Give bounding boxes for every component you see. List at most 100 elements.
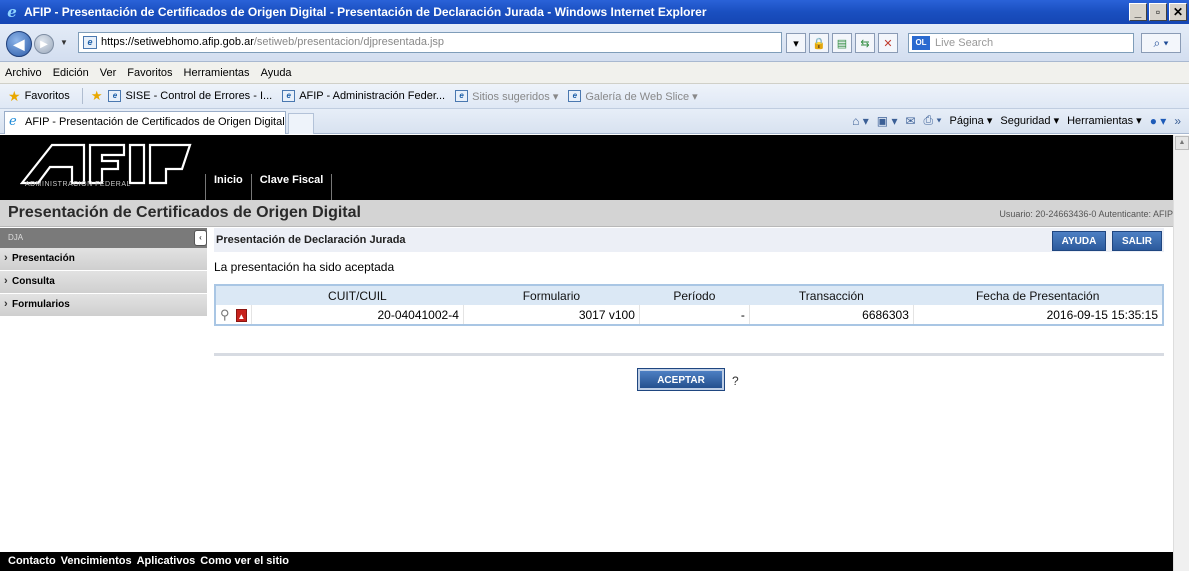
salir-button[interactable]: SALIR (1112, 231, 1162, 251)
vertical-scrollbar[interactable]: ▲ (1173, 135, 1189, 571)
cell-cuit: 20-04041002-4 (251, 305, 464, 325)
favorite-label: Galería de Web Slice ▾ (585, 90, 698, 103)
favorite-item-web-slice[interactable]: e Galería de Web Slice ▾ (568, 90, 698, 103)
table-header-fecha: Fecha de Presentación (913, 285, 1163, 305)
favorite-item-sitios-sugeridos[interactable]: e Sitios sugeridos ▾ (455, 90, 558, 103)
help-icon[interactable]: ● ▾ (1150, 114, 1167, 128)
favorite-label: Sitios sugeridos ▾ (472, 90, 559, 103)
ie-page-icon: e (108, 90, 122, 102)
result-table: CUIT/CUIL Formulario Período Transacción… (214, 284, 1164, 326)
favorites-bar: ★ Favoritos ★ e SISE - Control de Errore… (0, 84, 1189, 109)
back-button[interactable]: ◀ (6, 31, 32, 57)
forward-button[interactable]: ▶ (34, 34, 54, 54)
cell-formulario: 3017 v100 (463, 305, 640, 325)
favorite-item-afip[interactable]: e AFIP - Administración Feder... (282, 90, 445, 102)
magnifier-icon[interactable]: ⚲ (220, 307, 230, 322)
top-nav: Inicio Clave Fiscal (205, 158, 333, 200)
sidebar-item-label: Formularios (12, 299, 70, 310)
menu-ver[interactable]: Ver (100, 67, 117, 79)
ie-tab-icon: e (9, 114, 17, 129)
ie-logo-icon: e (7, 3, 17, 21)
window-title: AFIP - Presentación de Certificados de O… (24, 5, 707, 19)
search-input[interactable]: OL Live Search (908, 33, 1134, 53)
maximize-button[interactable]: ▫ (1149, 3, 1167, 21)
tab-afip[interactable]: e AFIP - Presentación de Certificados de… (4, 111, 286, 134)
search-button[interactable]: ⌕ ▾ (1141, 33, 1181, 53)
address-actions: ▾ 🔒 ▤ ⇆ ✕ (786, 33, 898, 53)
dropdown-icon[interactable]: ▾ (786, 33, 806, 53)
window-titlebar: e AFIP - Presentación de Certificados de… (0, 0, 1189, 24)
aceptar-button[interactable]: ACEPTAR (637, 368, 725, 391)
close-button[interactable]: ✕ (1169, 3, 1187, 21)
ie-page-icon: e (568, 90, 582, 102)
tab-bar: e AFIP - Presentación de Certificados de… (0, 109, 1189, 134)
add-favorite-icon[interactable]: ★ (81, 88, 102, 104)
nav-clave-fiscal[interactable]: Clave Fiscal (250, 174, 333, 200)
favorites-star-icon[interactable]: ★ (8, 88, 21, 105)
ayuda-button[interactable]: AYUDA (1052, 231, 1106, 251)
url-host: https://setiwebhomo.afip.gob.ar (101, 36, 254, 48)
app-title-bar: Presentación de Certificados de Origen D… (0, 200, 1173, 227)
stop-icon[interactable]: ✕ (878, 33, 898, 53)
home-icon[interactable]: ⌂ ▾ (852, 114, 869, 128)
favorite-item-sise[interactable]: e SISE - Control de Errores - I... (108, 90, 272, 102)
ie-page-icon: e (282, 90, 296, 102)
table-header-actions (215, 285, 252, 305)
pdf-icon[interactable]: ▲ (235, 308, 247, 322)
web-page: ADMINISTRACION FEDERAL Inicio Clave Fisc… (0, 135, 1173, 571)
menu-edicion[interactable]: Edición (53, 67, 89, 79)
logo-subtitle: ADMINISTRACION FEDERAL (25, 181, 131, 188)
chevron-more-icon[interactable]: » (1174, 114, 1181, 128)
mail-icon[interactable]: ✉ (905, 114, 915, 128)
table-row: ⚲ ▲ 20-04041002-4 3017 v100 - 6686303 20… (215, 305, 1164, 325)
table-header-formulario: Formulario (463, 285, 640, 305)
footer-link-aplicativos[interactable]: Aplicativos (137, 552, 196, 571)
compatibility-icon[interactable]: ▤ (832, 33, 852, 53)
favorite-label: SISE - Control de Errores - I... (125, 90, 273, 102)
menu-archivo[interactable]: Archivo (5, 67, 42, 79)
print-icon[interactable]: ⎙ ▾ (924, 113, 942, 128)
status-message: La presentación ha sido aceptada (214, 260, 395, 274)
feeds-icon[interactable]: ▣ ▾ (877, 114, 898, 128)
footer-link-vencimientos[interactable]: Vencimientos (61, 552, 132, 571)
url-path: /setiweb/presentacion/djpresentada.jsp (253, 36, 445, 48)
ie-page-icon: e (455, 90, 469, 102)
site-footer: Contacto Vencimientos Aplicativos Como v… (0, 552, 1173, 571)
minimize-button[interactable]: _ (1129, 3, 1147, 21)
menu-pagina[interactable]: Página ▾ (950, 114, 993, 127)
lock-icon[interactable]: 🔒 (809, 33, 829, 53)
tab-label: AFIP - Presentación de Certificados de O… (25, 116, 286, 128)
page-icon: e (83, 36, 97, 49)
command-bar: ⌂ ▾ ▣ ▾ ✉ ⎙ ▾ Página ▾ Seguridad ▾ Herra… (852, 113, 1181, 128)
nav-inicio[interactable]: Inicio (205, 174, 251, 200)
panel-header: Presentación de Declaración Jurada AYUDA… (214, 228, 1164, 252)
help-question-link[interactable]: ? (732, 374, 739, 388)
divider (214, 353, 1164, 356)
scroll-up-icon[interactable]: ▲ (1175, 136, 1189, 150)
sidebar-header-label: DJA (8, 233, 24, 242)
new-tab-button[interactable] (288, 113, 314, 134)
favorites-button[interactable]: Favoritos (25, 90, 70, 102)
footer-link-como-ver[interactable]: Como ver el sitio (200, 552, 289, 571)
address-input[interactable]: e https://setiwebhomo.afip.gob.ar/setiwe… (78, 32, 782, 53)
menu-herramientas-cmd[interactable]: Herramientas ▾ (1067, 114, 1142, 127)
menu-favoritos[interactable]: Favoritos (127, 67, 172, 79)
footer-link-contacto[interactable]: Contacto (8, 552, 56, 571)
sidebar-item-formularios[interactable]: Formularios (0, 293, 207, 317)
menu-ayuda[interactable]: Ayuda (261, 67, 292, 79)
sidebar-item-consulta[interactable]: Consulta (0, 270, 207, 294)
table-header-cuit: CUIT/CUIL (251, 285, 464, 305)
sidebar-collapse-icon[interactable]: ‹ (194, 230, 207, 246)
menu-herramientas[interactable]: Herramientas (184, 67, 250, 79)
sidebar-item-presentacion[interactable]: Presentación (0, 247, 207, 271)
user-info: Usuario: 20-24663436-0 Autenticante: AFI… (999, 209, 1173, 219)
sidebar-item-label: Consulta (12, 276, 55, 287)
refresh-icon[interactable]: ⇆ (855, 33, 875, 53)
table-header-periodo: Período (639, 285, 750, 305)
sidebar-header: DJA ‹ (0, 228, 207, 248)
menu-seguridad[interactable]: Seguridad ▾ (1000, 114, 1059, 127)
history-dropdown-icon[interactable]: ▼ (60, 38, 68, 47)
page-title: Presentación de Certificados de Origen D… (8, 204, 361, 221)
search-placeholder: Live Search (935, 37, 994, 49)
favorite-label: AFIP - Administración Feder... (299, 90, 446, 102)
